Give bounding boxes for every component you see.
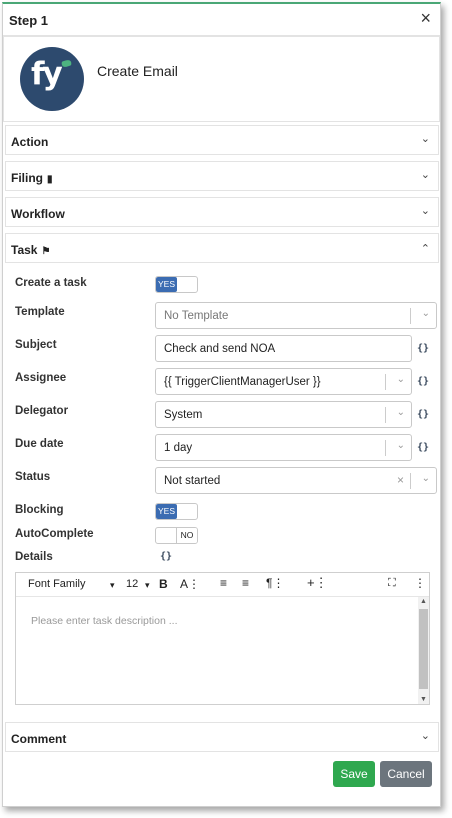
scroll-up-icon[interactable]: ▲ <box>420 598 427 605</box>
editor-toolbar: Font Family ▾ 12 ▾ B A⋮ ≡ ≡ ¶⋮ +⋮ ⛶ ⋮ <box>16 573 429 597</box>
assignee-select[interactable]: {{ TriggerClientManagerUser }} ⌄ <box>155 368 412 395</box>
chevron-up-icon[interactable]: ⌃ <box>421 242 430 255</box>
assignee-value: {{ TriggerClientManagerUser }} <box>164 376 321 388</box>
subject-input[interactable]: Check and send NOA <box>155 335 412 362</box>
chevron-down-icon[interactable]: ⌄ <box>421 204 430 217</box>
section-comment[interactable]: Comment ⌄ <box>5 722 439 752</box>
scroll-down-icon[interactable]: ▼ <box>420 696 427 703</box>
font-family-dropdown[interactable]: Font Family <box>28 578 85 590</box>
template-select[interactable]: No Template ⌄ <box>155 302 437 329</box>
toggle-no: NO <box>176 528 197 543</box>
align-left-icon[interactable]: ≡ <box>220 576 227 590</box>
save-button[interactable]: Save <box>333 761 375 787</box>
cancel-button[interactable]: Cancel <box>380 761 432 787</box>
template-value: No Template <box>164 310 229 322</box>
delegator-select[interactable]: System ⌄ <box>155 401 412 428</box>
autocomplete-toggle[interactable]: NO <box>155 527 198 544</box>
section-filing-label: Filing ▮ <box>11 171 53 185</box>
fullscreen-icon[interactable]: ⛶ <box>388 577 396 590</box>
more-options-icon[interactable]: ⋮ <box>414 576 426 590</box>
due-date-value: 1 day <box>164 442 193 454</box>
editor-scrollbar[interactable]: ▲ ▼ <box>418 597 429 704</box>
insert-icon[interactable]: +⋮ <box>307 575 328 591</box>
create-task-toggle[interactable]: YES <box>155 276 198 293</box>
select-separator <box>385 440 386 456</box>
dialog-titlebar: Step 1 × <box>3 4 440 36</box>
section-workflow-label: Workflow <box>11 207 65 221</box>
editor-body[interactable]: Please enter task description ... <box>16 597 429 704</box>
chevron-down-icon: ⌄ <box>396 374 405 385</box>
toggle-yes: YES <box>156 504 177 519</box>
app-logo: fy <box>20 47 84 111</box>
logo-leaf-icon <box>61 58 72 69</box>
create-task-label: Create a task <box>15 277 87 289</box>
template-label: Template <box>15 306 65 318</box>
align-center-icon[interactable]: ≡ <box>242 576 249 590</box>
select-separator <box>410 308 411 324</box>
subject-label: Subject <box>15 339 57 351</box>
action-name: Create Email <box>97 63 178 79</box>
clear-icon[interactable]: × <box>397 473 404 487</box>
section-task[interactable]: Task ⚑ ⌃ <box>5 233 439 263</box>
section-workflow[interactable]: Workflow ⌄ <box>5 197 439 227</box>
bold-icon[interactable]: B <box>159 577 168 591</box>
chevron-down-icon: ⌄ <box>421 308 430 319</box>
section-filing[interactable]: Filing ▮ ⌄ <box>5 161 439 191</box>
select-separator <box>410 473 411 489</box>
due-date-select[interactable]: 1 day ⌄ <box>155 434 412 461</box>
paragraph-icon[interactable]: ¶⋮ <box>266 576 284 590</box>
font-size-icon[interactable]: A⋮ <box>180 577 200 591</box>
blocking-toggle[interactable]: YES <box>155 503 198 520</box>
assignee-label: Assignee <box>15 372 67 384</box>
status-select[interactable]: Not started × ⌄ <box>155 467 437 494</box>
autocomplete-label: AutoComplete <box>15 528 94 540</box>
section-action[interactable]: Action ⌄ <box>5 125 439 155</box>
task-description-editor: Font Family ▾ 12 ▾ B A⋮ ≡ ≡ ¶⋮ +⋮ ⛶ ⋮ Pl… <box>15 572 430 705</box>
chevron-down-icon[interactable]: ⌄ <box>421 132 430 145</box>
delegator-value: System <box>164 409 203 421</box>
delegator-label: Delegator <box>15 405 69 417</box>
step-dialog: Step 1 × fy Create Email Action ⌄ Filing… <box>2 2 441 807</box>
status-value: Not started <box>164 475 221 487</box>
chevron-down-icon[interactable]: ▾ <box>110 580 115 591</box>
section-task-label: Task ⚑ <box>11 243 51 257</box>
variable-braces-icon[interactable]: {} <box>417 343 429 354</box>
section-comment-label: Comment <box>11 732 67 746</box>
subject-value: Check and send NOA <box>164 343 276 355</box>
close-icon[interactable]: × <box>420 8 431 29</box>
chevron-down-icon[interactable]: ⌄ <box>421 168 430 181</box>
scrollbar-thumb[interactable] <box>419 609 428 689</box>
dialog-title: Step 1 <box>9 13 49 28</box>
blocking-label: Blocking <box>15 504 64 516</box>
section-action-label: Action <box>11 135 49 149</box>
chevron-down-icon: ⌄ <box>396 407 405 418</box>
font-size-dropdown[interactable]: 12 <box>126 578 138 590</box>
variable-braces-icon[interactable]: {} <box>417 442 429 453</box>
variable-braces-icon[interactable]: {} <box>417 376 429 387</box>
select-separator <box>385 374 386 390</box>
select-separator <box>385 407 386 423</box>
chevron-down-icon: ⌄ <box>396 440 405 451</box>
chevron-down-icon: ⌄ <box>421 473 430 484</box>
variable-braces-icon[interactable]: {} <box>417 409 429 420</box>
editor-placeholder: Please enter task description ... <box>31 615 178 627</box>
logo-text: fy <box>31 56 63 92</box>
due-date-label: Due date <box>15 438 64 450</box>
chevron-down-icon[interactable]: ▾ <box>145 580 150 591</box>
action-header: fy Create Email <box>3 36 440 122</box>
document-icon: ▮ <box>47 174 53 185</box>
flag-icon: ⚑ <box>41 246 51 257</box>
details-label: Details <box>15 551 53 563</box>
chevron-down-icon[interactable]: ⌄ <box>421 729 430 742</box>
status-label: Status <box>15 471 51 483</box>
variable-braces-icon[interactable]: {} <box>160 551 172 562</box>
toggle-yes: YES <box>156 277 177 292</box>
